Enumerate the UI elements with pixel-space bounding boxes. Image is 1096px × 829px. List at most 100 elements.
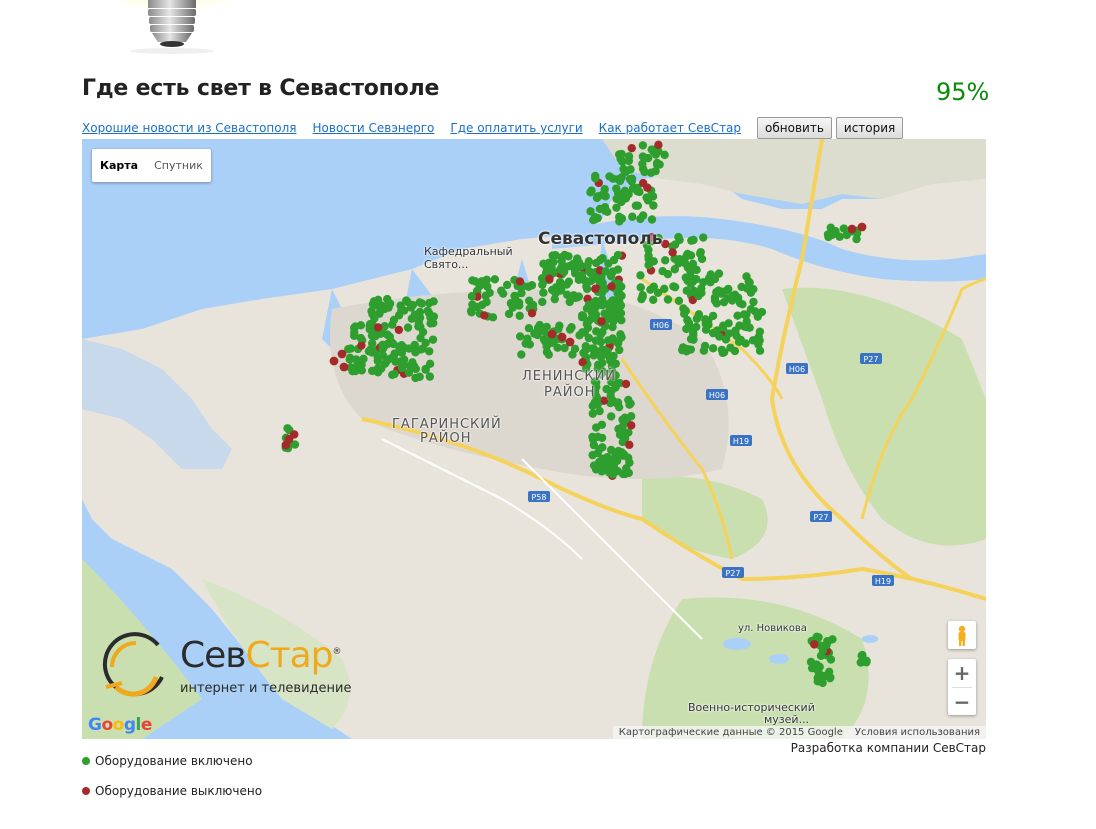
equipment-on-marker[interactable] [517, 350, 526, 359]
equipment-on-marker[interactable] [724, 329, 734, 338]
equipment-on-marker[interactable] [591, 174, 600, 183]
equipment-on-marker[interactable] [582, 284, 592, 294]
equipment-off-marker[interactable] [668, 248, 677, 257]
equipment-on-marker[interactable] [649, 201, 658, 210]
equipment-off-marker[interactable] [545, 274, 554, 283]
equipment-off-marker[interactable] [515, 277, 525, 286]
equipment-on-marker[interactable] [602, 456, 611, 465]
equipment-on-marker[interactable] [364, 347, 374, 356]
equipment-on-marker[interactable] [746, 305, 756, 314]
equipment-on-marker[interactable] [686, 345, 696, 354]
equipment-on-marker[interactable] [852, 234, 861, 244]
equipment-on-marker[interactable] [677, 345, 687, 355]
equipment-on-marker[interactable] [551, 283, 561, 292]
equipment-on-marker[interactable] [708, 328, 718, 338]
equipment-on-marker[interactable] [586, 207, 595, 216]
equipment-on-marker[interactable] [814, 667, 823, 677]
equipment-on-marker[interactable] [826, 655, 836, 664]
equipment-off-marker[interactable] [329, 356, 339, 366]
equipment-on-marker[interactable] [644, 260, 653, 270]
equipment-on-marker[interactable] [682, 286, 691, 295]
link-sevenergo-news[interactable]: Новости Севэнерго [313, 121, 435, 135]
equipment-on-marker[interactable] [638, 152, 648, 161]
equipment-on-marker[interactable] [524, 324, 534, 333]
equipment-on-marker[interactable] [754, 332, 763, 342]
terms-of-use-link[interactable]: Условия использования [855, 727, 980, 738]
equipment-on-marker[interactable] [812, 632, 821, 641]
equipment-on-marker[interactable] [636, 214, 645, 224]
equipment-on-marker[interactable] [638, 164, 648, 174]
equipment-on-marker[interactable] [390, 349, 399, 358]
equipment-on-marker[interactable] [367, 366, 377, 376]
equipment-on-marker[interactable] [415, 372, 424, 381]
equipment-on-marker[interactable] [612, 203, 621, 212]
equipment-on-marker[interactable] [510, 291, 519, 301]
equipment-on-marker[interactable] [736, 335, 746, 345]
equipment-on-marker[interactable] [408, 300, 418, 310]
equipment-on-marker[interactable] [379, 343, 388, 352]
equipment-on-marker[interactable] [515, 311, 524, 320]
equipment-on-marker[interactable] [598, 278, 607, 288]
equipment-on-marker[interactable] [606, 412, 616, 421]
equipment-on-marker[interactable] [587, 306, 597, 316]
equipment-on-marker[interactable] [670, 265, 680, 274]
equipment-on-marker[interactable] [638, 141, 648, 150]
equipment-on-marker[interactable] [669, 282, 678, 291]
equipment-on-marker[interactable] [527, 281, 537, 290]
equipment-on-marker[interactable] [614, 304, 623, 313]
equipment-on-marker[interactable] [488, 313, 498, 322]
equipment-on-marker[interactable] [589, 461, 599, 470]
equipment-on-marker[interactable] [596, 352, 606, 362]
zoom-in-button[interactable]: + [948, 659, 976, 687]
equipment-on-marker[interactable] [619, 429, 629, 438]
equipment-on-marker[interactable] [548, 251, 557, 260]
equipment-off-marker[interactable] [625, 440, 634, 450]
equipment-on-marker[interactable] [588, 450, 597, 460]
equipment-on-marker[interactable] [631, 201, 641, 210]
equipment-on-marker[interactable] [604, 299, 614, 308]
link-good-news[interactable]: Хорошие новости из Севастополя [82, 121, 297, 135]
equipment-off-marker[interactable] [281, 440, 291, 450]
map-canvas[interactable]: H06 H06 H06 P27 P27 P27 H19 H19 P58 Севастополь … [82, 139, 986, 739]
equipment-on-marker[interactable] [701, 315, 710, 324]
equipment-on-marker[interactable] [467, 292, 477, 301]
equipment-off-marker[interactable] [810, 640, 819, 649]
equipment-on-marker[interactable] [560, 250, 569, 260]
equipment-on-marker[interactable] [617, 333, 626, 342]
equipment-on-marker[interactable] [410, 310, 419, 319]
equipment-on-marker[interactable] [615, 345, 624, 355]
equipment-on-marker[interactable] [646, 285, 655, 294]
equipment-on-marker[interactable] [538, 297, 547, 307]
equipment-on-marker[interactable] [697, 288, 706, 298]
equipment-off-marker[interactable] [627, 421, 636, 430]
equipment-on-marker[interactable] [385, 299, 395, 308]
equipment-off-marker[interactable] [607, 282, 616, 291]
equipment-on-marker[interactable] [813, 677, 822, 686]
equipment-on-marker[interactable] [595, 406, 604, 416]
equipment-on-marker[interactable] [663, 269, 673, 279]
equipment-on-marker[interactable] [730, 346, 740, 356]
equipment-off-marker[interactable] [357, 341, 366, 350]
equipment-on-marker[interactable] [614, 150, 624, 159]
equipment-on-marker[interactable] [397, 363, 407, 373]
equipment-off-marker[interactable] [557, 332, 567, 342]
equipment-on-marker[interactable] [387, 338, 396, 347]
equipment-on-marker[interactable] [388, 370, 397, 380]
street-view-icon[interactable] [948, 621, 976, 649]
equipment-on-marker[interactable] [544, 350, 553, 359]
equipment-on-marker[interactable] [509, 299, 519, 309]
equipment-on-marker[interactable] [675, 255, 684, 264]
equipment-on-marker[interactable] [597, 420, 607, 429]
equipment-on-marker[interactable] [608, 322, 617, 332]
equipment-on-marker[interactable] [633, 187, 642, 196]
equipment-on-marker[interactable] [482, 275, 491, 284]
equipment-on-marker[interactable] [740, 322, 749, 331]
equipment-on-marker[interactable] [674, 296, 684, 306]
equipment-on-marker[interactable] [351, 366, 360, 376]
equipment-on-marker[interactable] [692, 322, 701, 332]
link-where-to-pay[interactable]: Где оплатить услуги [450, 121, 582, 135]
equipment-off-marker[interactable] [480, 311, 489, 320]
equipment-off-marker[interactable] [373, 323, 383, 332]
equipment-on-marker[interactable] [597, 300, 606, 309]
equipment-on-marker[interactable] [425, 359, 435, 369]
